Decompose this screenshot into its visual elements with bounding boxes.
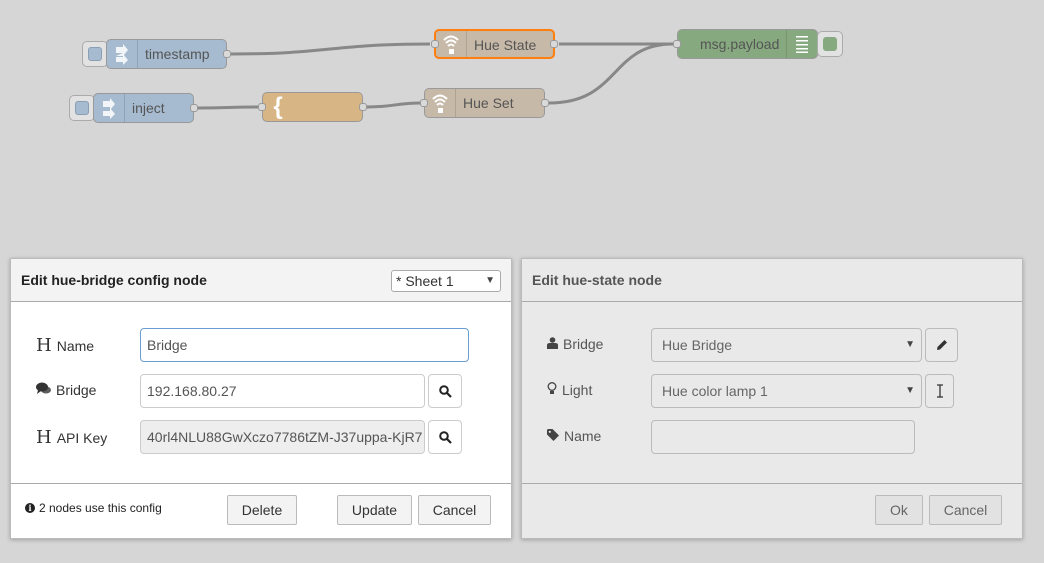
ok-button[interactable]: Ok <box>875 495 923 525</box>
editor-footer: Ok Cancel <box>522 483 1022 538</box>
api-key-input[interactable]: 40rl4NLU88GwXczo7786tZM-J37uppa-KjR7 <box>140 420 425 454</box>
text-cursor-icon <box>936 384 943 398</box>
light-select-value: Hue color lamp 1 <box>662 383 768 399</box>
sheet-select[interactable]: * Sheet 1 ▼ <box>391 270 501 292</box>
edit-bridge-button[interactable] <box>925 328 958 362</box>
editor-header: Edit hue-bridge config node * Sheet 1 ▼ <box>11 259 511 302</box>
delete-button[interactable]: Delete <box>227 495 297 525</box>
bridge-search-button[interactable] <box>428 374 462 408</box>
api-key-label: API Key <box>56 429 108 446</box>
node-label: timestamp <box>145 46 210 62</box>
output-port[interactable] <box>190 104 198 112</box>
node-debug[interactable]: msg.payload <box>673 29 818 59</box>
wifi-icon <box>436 31 467 57</box>
editor-title: Edit hue-state node <box>532 272 662 288</box>
output-port[interactable] <box>359 103 367 111</box>
chevron-down-icon: ▼ <box>905 339 915 350</box>
editor-footer: i 2 nodes use this config Delete Update … <box>11 483 511 538</box>
name-label: Name <box>56 337 95 354</box>
chevron-down-icon: ▼ <box>485 275 495 286</box>
arrow-in-icon <box>94 94 125 122</box>
lightbulb-icon <box>547 382 557 398</box>
node-function[interactable]: { <box>258 92 367 122</box>
api-key-input-value: 40rl4NLU88GwXczo7786tZM-J37uppa-KjR7 <box>147 429 423 445</box>
node-inject[interactable]: inject <box>93 93 198 123</box>
name-row-label: H Name <box>36 335 94 356</box>
input-port[interactable] <box>431 40 439 48</box>
chevron-down-icon: ▼ <box>905 385 915 396</box>
info-text: 2 nodes use this config <box>39 501 162 515</box>
light-row-label: Light <box>547 382 592 398</box>
node-label: msg.payload <box>700 36 780 52</box>
node-timestamp[interactable]: timestamp <box>106 39 231 69</box>
comments-icon <box>36 382 51 398</box>
editor-header: Edit hue-state node <box>522 259 1022 302</box>
output-port[interactable] <box>550 40 558 48</box>
name-input[interactable]: Bridge <box>140 328 469 362</box>
brace-glyph: { <box>273 93 283 120</box>
wire-inject-function <box>197 105 259 110</box>
light-select[interactable]: Hue color lamp 1 ▼ <box>651 374 922 408</box>
timestamp-inject-button[interactable] <box>82 41 108 67</box>
inject-button[interactable] <box>69 95 95 121</box>
pencil-icon <box>936 340 947 350</box>
flow-workspace[interactable]: timestamp inject { Hue State Hue Set msg… <box>0 0 1044 563</box>
name-input-value: Bridge <box>147 337 188 353</box>
node-label: Hue State <box>474 37 537 53</box>
bridge-input-value: 192.168.80.27 <box>147 383 237 399</box>
bridge-label: Bridge <box>56 382 97 398</box>
info-icon: i <box>25 503 35 513</box>
cancel-button[interactable]: Cancel <box>418 495 491 525</box>
config-users-info: i 2 nodes use this config <box>25 501 162 515</box>
search-icon <box>438 430 452 444</box>
user-icon <box>547 336 558 352</box>
config-node-editor: Edit hue-bridge config node * Sheet 1 ▼ … <box>10 258 512 539</box>
cancel-button[interactable]: Cancel <box>929 495 1002 525</box>
brace-icon: { <box>263 93 293 121</box>
bridge-input[interactable]: 192.168.80.27 <box>140 374 425 408</box>
wire-function-hueset <box>366 101 422 109</box>
wire-timestamp-huestate <box>230 42 431 56</box>
debug-toggle-button[interactable] <box>817 31 843 57</box>
name-row-label: Name <box>547 428 601 444</box>
input-port[interactable] <box>420 99 428 107</box>
header-icon: H <box>36 335 52 356</box>
node-hue-state[interactable]: Hue State <box>431 29 558 59</box>
bridge-select[interactable]: Hue Bridge ▼ <box>651 328 922 362</box>
arrow-in-icon <box>107 40 138 68</box>
name-label: Name <box>564 428 602 444</box>
bridge-label: Bridge <box>563 336 604 352</box>
hue-state-node-editor: Edit hue-state node Bridge Hue Bridge ▼ … <box>521 258 1023 539</box>
wifi-icon <box>425 89 456 117</box>
light-text-mode-button[interactable] <box>925 374 954 408</box>
search-icon <box>438 384 452 398</box>
tag-icon <box>547 428 559 444</box>
bridge-row-label: Bridge <box>36 382 96 398</box>
output-port[interactable] <box>223 50 231 58</box>
output-port[interactable] <box>541 99 549 107</box>
api-key-row-label: H API Key <box>36 427 107 448</box>
api-key-search-button[interactable] <box>428 420 462 454</box>
bridge-row-label: Bridge <box>547 336 603 352</box>
light-label: Light <box>562 382 593 398</box>
node-hue-set[interactable]: Hue Set <box>420 88 549 118</box>
sheet-select-value: * Sheet 1 <box>396 273 454 289</box>
wire-hueset-debug <box>548 42 674 105</box>
input-port[interactable] <box>258 103 266 111</box>
node-label: Hue Set <box>463 95 514 111</box>
editor-title: Edit hue-bridge config node <box>21 272 207 288</box>
input-port[interactable] <box>673 40 681 48</box>
header-icon: H <box>36 427 52 448</box>
update-button[interactable]: Update <box>337 495 412 525</box>
name-input[interactable] <box>651 420 915 454</box>
node-label: inject <box>132 100 165 116</box>
list-icon <box>786 30 817 58</box>
bridge-select-value: Hue Bridge <box>662 337 733 353</box>
